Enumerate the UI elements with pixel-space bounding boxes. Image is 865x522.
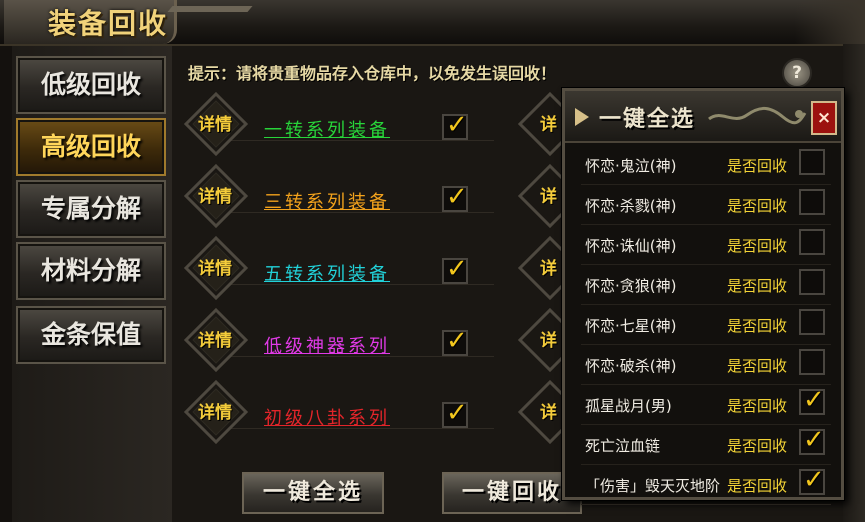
detail-button[interactable]: 详情: [184, 92, 248, 156]
question-icon[interactable]: ?: [782, 58, 812, 88]
detail-label: 详情: [198, 403, 232, 423]
item-recycle-checkbox[interactable]: [799, 189, 825, 215]
panel-list-item: 怀恋·杀戮(神) 是否回收: [565, 185, 841, 225]
panel-list-item: 怀恋·贪狼(神) 是否回收: [565, 265, 841, 305]
recycle-question: 是否回收: [727, 357, 788, 375]
title-ornament: [167, 6, 253, 12]
detail-label: 详: [540, 403, 557, 423]
recycle-checkbox[interactable]: [442, 110, 468, 140]
recycle-question: 是否回收: [727, 397, 788, 415]
detail-label: 详情: [198, 259, 232, 279]
item-name: 怀恋·鬼泣(神): [585, 157, 677, 175]
recycle-checkbox[interactable]: [442, 182, 468, 212]
item-recycle-checkbox[interactable]: [799, 349, 825, 375]
recycle-all-button[interactable]: 一键回收: [442, 472, 582, 514]
recycle-question: 是否回收: [727, 277, 788, 295]
sidebar-item-low-recycle[interactable]: 低级回收: [16, 56, 166, 114]
item-name: 怀恋·贪狼(神): [585, 277, 677, 295]
detail-label: 详情: [198, 187, 232, 207]
recycle-row: 详情 五转系列装备: [184, 236, 494, 300]
detail-label: 详: [540, 331, 557, 351]
series-name-link[interactable]: 五转系列装备: [264, 260, 390, 286]
recycle-checkbox[interactable]: [442, 326, 468, 356]
item-recycle-checkbox[interactable]: [799, 385, 825, 415]
panel-list-item: 怀恋·七星(神) 是否回收: [565, 305, 841, 345]
recycle-row: 详情 一转系列装备: [184, 92, 494, 156]
panel-header: 一键全选 ×: [565, 91, 841, 143]
item-recycle-checkbox[interactable]: [799, 149, 825, 175]
tip-text: 提示：请将贵重物品存入仓库中，以免发生误回收！: [188, 64, 557, 83]
recycle-window: { "window": { "title": "装备回收" }, "sideba…: [0, 0, 865, 522]
recycle-question: 是否回收: [727, 237, 788, 255]
item-name: 怀恋·七星(神): [585, 317, 677, 335]
title-bar: 装备回收: [0, 0, 865, 46]
sidebar-item-high-recycle[interactable]: 高级回收: [16, 118, 166, 176]
recycle-question: 是否回收: [727, 317, 788, 335]
dragon-ornament-icon: [708, 107, 807, 125]
sidebar-item-exclusive-decompose[interactable]: 专属分解: [16, 180, 166, 238]
recycle-checkbox[interactable]: [442, 398, 468, 428]
detail-button[interactable]: 详情: [184, 380, 248, 444]
recycle-question: 是否回收: [727, 197, 788, 215]
item-divider: [581, 504, 831, 505]
series-name-link[interactable]: 一转系列装备: [264, 116, 390, 142]
detail-label: 详情: [198, 331, 232, 351]
panel-list-item: 怀恋·诛仙(神) 是否回收: [565, 225, 841, 265]
recycle-question: 是否回收: [727, 477, 788, 495]
item-name: 怀恋·破杀(神): [585, 357, 677, 375]
arrow-right-icon: [575, 108, 589, 126]
panel-list-item: 死亡泣血链 是否回收: [565, 425, 841, 465]
recycle-question: 是否回收: [727, 157, 788, 175]
panel-list-item: 孤星战月(男) 是否回收: [565, 385, 841, 425]
sidebar-item-gold-value[interactable]: 金条保值: [16, 306, 166, 364]
panel-title: 一键全选: [599, 107, 696, 132]
sidebar-item-material-decompose[interactable]: 材料分解: [16, 242, 166, 300]
panel-list-item: 怀恋·破杀(神) 是否回收: [565, 345, 841, 385]
title-corner-ornament: [795, 0, 865, 44]
panel-list-item: 「伤害」毁天灭地阶 是否回收: [565, 465, 841, 505]
series-name-link[interactable]: 初级八卦系列: [264, 404, 390, 430]
detail-button[interactable]: 详情: [184, 236, 248, 300]
item-name: 孤星战月(男): [585, 397, 672, 415]
recycle-checkbox[interactable]: [442, 254, 468, 284]
detail-label: 详情: [198, 115, 232, 135]
window-title: 装备回收: [48, 7, 169, 40]
detail-label: 详: [540, 259, 557, 279]
item-recycle-checkbox[interactable]: [799, 425, 825, 455]
item-recycle-checkbox[interactable]: [799, 229, 825, 255]
detail-label: 详: [540, 187, 557, 207]
recycle-row: 详情 初级八卦系列: [184, 380, 494, 444]
detail-button[interactable]: 详情: [184, 308, 248, 372]
select-all-panel: 一键全选 × 怀恋·鬼泣(神) 是否回收 怀恋·杀戮(神) 是否回收 怀恋·诛仙(神) 是…: [562, 88, 844, 505]
item-name: 怀恋·杀戮(神): [585, 197, 677, 215]
panel-list-item: 怀恋·鬼泣(神) 是否回收: [565, 145, 841, 185]
detail-label: 详: [540, 115, 557, 135]
item-name: 死亡泣血链: [585, 437, 661, 455]
item-recycle-checkbox[interactable]: [799, 269, 825, 295]
recycle-question: 是否回收: [727, 437, 788, 455]
frame-right-edge: [843, 44, 865, 522]
select-all-button[interactable]: 一键全选: [242, 472, 384, 514]
recycle-row: 详情 三转系列装备: [184, 164, 494, 228]
item-recycle-checkbox[interactable]: [799, 465, 825, 495]
detail-button[interactable]: 详情: [184, 164, 248, 228]
series-name-link[interactable]: 三转系列装备: [264, 188, 390, 214]
close-button[interactable]: ×: [811, 101, 837, 135]
sidebar: 低级回收 高级回收 专属分解 材料分解 金条保值: [12, 46, 172, 522]
item-name: 怀恋·诛仙(神): [585, 237, 677, 255]
item-name: 「伤害」毁天灭地阶: [585, 477, 721, 495]
series-name-link[interactable]: 低级神器系列: [264, 332, 390, 358]
recycle-row: 详情 低级神器系列: [184, 308, 494, 372]
item-recycle-checkbox[interactable]: [799, 309, 825, 335]
